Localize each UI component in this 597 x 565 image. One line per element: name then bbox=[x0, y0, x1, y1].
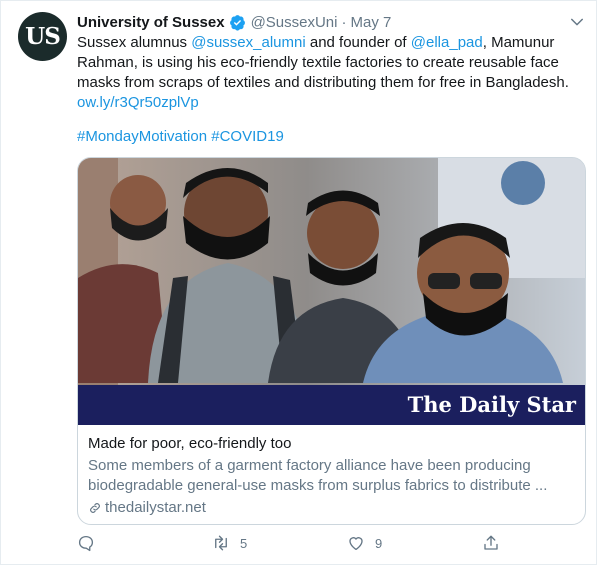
like-count: 9 bbox=[375, 535, 383, 551]
like-icon bbox=[349, 537, 363, 551]
retweet-count: 5 bbox=[240, 535, 248, 551]
share-icon bbox=[484, 535, 498, 550]
hashtag-covid19[interactable]: #COVID19 bbox=[211, 128, 284, 145]
hashtag-monday-motivation[interactable]: #MondayMotivation bbox=[77, 128, 207, 145]
link-icon bbox=[90, 503, 100, 513]
avatar[interactable]: US bbox=[18, 12, 67, 61]
author-handle[interactable]: @SussexUni bbox=[251, 14, 338, 31]
verified-badge-icon bbox=[229, 14, 245, 31]
tweet-date[interactable]: May 7 bbox=[351, 14, 392, 31]
tweet-header: University of Sussex @SussexUni · May 7 bbox=[77, 12, 391, 32]
author-name[interactable]: University of Sussex bbox=[77, 14, 225, 31]
card-title: Made for poor, eco-friendly too bbox=[88, 435, 292, 452]
share-button[interactable] bbox=[482, 534, 500, 552]
reply-button[interactable] bbox=[77, 534, 95, 552]
header-separator: · bbox=[341, 13, 347, 31]
reply-icon bbox=[78, 535, 94, 552]
card-domain-text: thedailystar.net bbox=[105, 499, 206, 516]
hashtags: #MondayMotivation #COVID19 bbox=[77, 127, 284, 147]
mention-ella-pad[interactable]: @ella_pad bbox=[411, 34, 483, 51]
avatar-logo-text: US bbox=[25, 23, 61, 50]
tweet[interactable]: US University of Sussex @SussexUni · May… bbox=[0, 0, 597, 565]
card-description: Some members of a garment factory allian… bbox=[88, 457, 548, 494]
mention-sussex-alumni[interactable]: @sussex_alumni bbox=[191, 34, 305, 51]
tweet-url-link[interactable]: ow.ly/r3Qr50zplVp bbox=[77, 94, 199, 111]
link-preview-card[interactable]: The Daily Star Made for poor, eco-friend… bbox=[77, 157, 586, 525]
banner-publication-name: The Daily Star bbox=[408, 392, 577, 417]
card-text: Made for poor, eco-friendly too Some mem… bbox=[88, 434, 578, 518]
card-photo: The Daily Star bbox=[78, 158, 585, 425]
like-button[interactable]: 9 bbox=[347, 534, 382, 552]
tweet-text: Sussex alumnus @sussex_alumni and founde… bbox=[77, 33, 577, 113]
tweet-actions: 5 9 bbox=[77, 534, 507, 556]
tweet-text-part: and founder of bbox=[305, 34, 411, 51]
retweet-icon bbox=[215, 535, 227, 551]
tweet-text-part: Sussex alumnus bbox=[77, 34, 192, 51]
card-domain: thedailystar.net bbox=[88, 498, 578, 518]
caret-down-icon[interactable] bbox=[568, 13, 586, 31]
retweet-button[interactable]: 5 bbox=[212, 534, 247, 552]
